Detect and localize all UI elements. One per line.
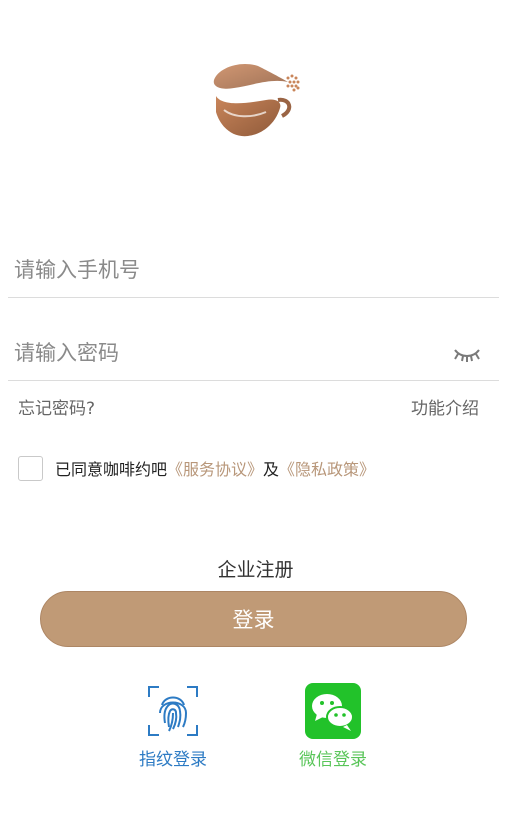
password-field [8,321,499,381]
wechat-login-button[interactable]: 微信登录 [273,683,393,770]
wechat-login-label: 微信登录 [299,750,367,770]
privacy-policy-link[interactable]: 《隐私政策》 [279,456,375,480]
phone-input[interactable] [14,250,434,290]
feature-intro-link[interactable]: 功能介绍 [411,394,479,419]
fingerprint-icon [148,686,198,736]
service-terms-link[interactable]: 《服务协议》 [167,456,263,480]
coffee-cup-logo-icon [213,63,300,137]
wechat-icon [305,683,361,739]
agreement-row: 已同意咖啡约吧 《服务协议》 及 《隐私政策》 [18,454,375,482]
fingerprint-login-button[interactable]: 指纹登录 [113,683,233,770]
agreement-checkbox[interactable] [18,455,43,481]
agreement-text: 已同意咖啡约吧 [55,460,168,479]
enterprise-register-link[interactable]: 企业注册 [0,555,511,582]
password-input[interactable] [14,333,434,373]
forgot-password-link[interactable]: 忘记密码? [18,394,95,419]
phone-field [8,238,499,298]
fingerprint-login-label: 指纹登录 [139,750,207,770]
agreement-and-text: 及 [263,460,280,479]
login-button[interactable]: 登录 [40,591,467,647]
eye-closed-icon[interactable] [453,347,481,363]
